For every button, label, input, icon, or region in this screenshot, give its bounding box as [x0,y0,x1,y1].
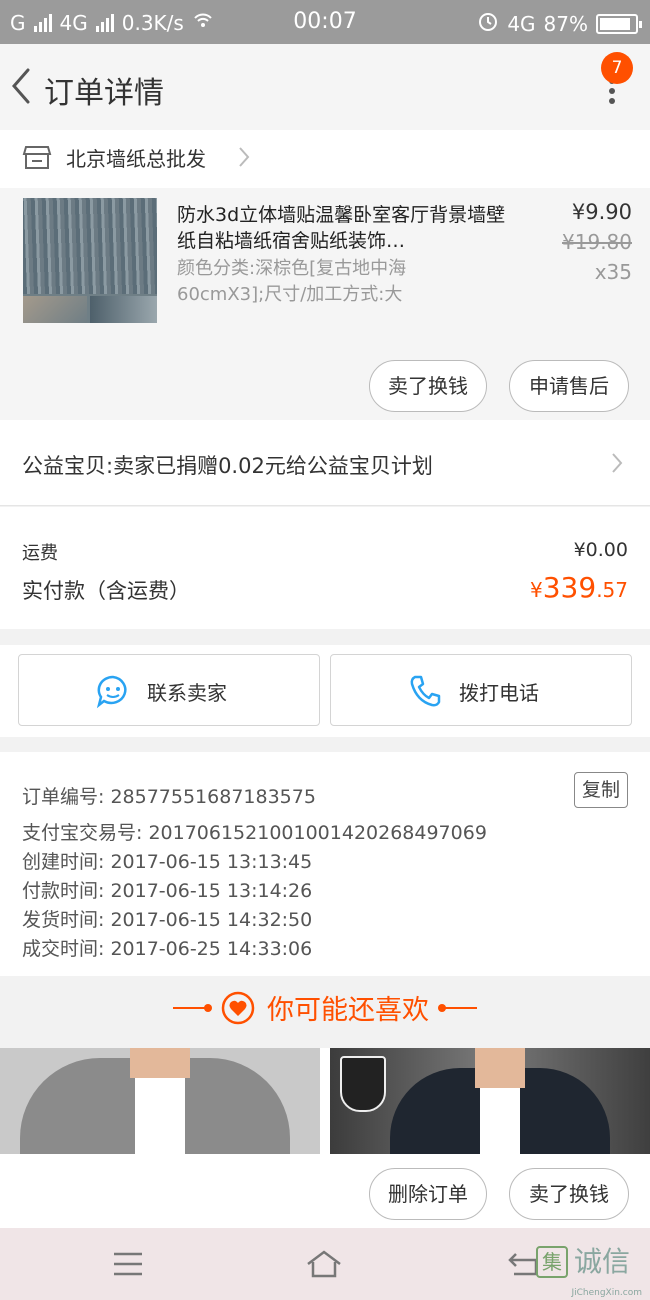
totals-section: 运费 ¥0.00 实付款（含运费） ¥339.57 [0,507,650,629]
paid-label: 实付款（含运费） [22,579,190,603]
delete-order-button[interactable]: 删除订单 [369,1168,487,1220]
network-label-right: 4G [507,11,536,36]
chevron-right-icon [236,142,252,172]
shipping-label: 运费 [22,543,58,564]
watermark-url: JiChengXin.com [571,1288,642,1298]
battery-icon [596,13,642,34]
alarm-icon [477,10,499,37]
bottom-action-bar: 删除订单 卖了换钱 [0,1154,650,1228]
paid-decimal: .57 [596,578,628,602]
watermark: 集 诚信 JiChengXin.com [534,1240,642,1300]
created-time: 创建时间: 2017-06-15 13:13:45 [22,851,313,873]
shop-icon [22,142,52,172]
recommend-grid [0,1048,650,1154]
product-title: 防水3d立体墙贴温馨卧室客厅背景墙壁纸自粘墙纸宿舍贴纸装饰… [177,204,506,252]
aftersale-button[interactable]: 申请售后 [509,360,629,412]
order-info: 订单编号: 28577551687183575 复制 支付宝交易号: 20170… [0,752,650,976]
product-thumbnail[interactable] [23,198,157,323]
alipay-number: 支付宝交易号: 2017061521001001420268497069 [22,822,487,844]
shipping-value: ¥0.00 [573,539,628,561]
product-original-price: ¥19.80 [562,230,632,254]
status-right: 4G 87% [477,10,642,37]
order-number: 订单编号: 28577551687183575 [22,786,316,808]
divider-left [173,1003,212,1012]
product-sku: 颜色分类:深棕色[复古地中海60cmX3];尺寸/加工方式:大 [177,258,407,305]
nav-bar: 订单详情 7 [0,44,650,130]
paid-amount: ¥339.57 [530,571,628,604]
shop-name: 北京墙纸总批发 [66,147,206,171]
contact-seller-button[interactable]: 联系卖家 [18,654,320,726]
paid-currency: ¥ [530,578,543,602]
copy-button[interactable]: 复制 [574,772,628,808]
back-arrow-icon[interactable] [6,64,36,108]
home-icon[interactable] [304,1246,344,1282]
sell-button[interactable]: 卖了换钱 [369,360,487,412]
chevron-right-icon [610,450,624,476]
paid-integer: 339 [542,571,597,604]
product-price: ¥9.90 [571,200,632,224]
battery-percent: 87% [543,11,588,36]
recommend-title: 你可能还喜欢 [267,995,429,1026]
charity-row[interactable]: 公益宝贝:卖家已捐赠0.02元给公益宝贝计划 [0,420,650,506]
watermark-logo: 集 [536,1246,568,1278]
phone-icon [407,673,443,709]
charity-text: 公益宝贝:卖家已捐赠0.02元给公益宝贝计划 [22,454,433,478]
paid-time: 付款时间: 2017-06-15 13:14:26 [22,880,313,902]
product-quantity: x35 [594,260,632,284]
heart-icon [221,991,255,1025]
chat-icon [95,673,131,709]
menu-icon[interactable] [108,1246,148,1282]
recommend-header: 你可能还喜欢 [0,976,650,1048]
call-button[interactable]: 拨打电话 [330,654,632,726]
shipped-time: 发货时间: 2017-06-15 14:32:50 [22,909,313,931]
call-label: 拨打电话 [459,681,539,705]
sell-button-bottom[interactable]: 卖了换钱 [509,1168,629,1220]
page-title: 订单详情 [44,76,164,111]
notification-badge: 7 [601,52,633,84]
recommend-item-image[interactable] [0,1048,320,1154]
shop-row[interactable]: 北京墙纸总批发 [0,130,650,188]
completed-time: 成交时间: 2017-06-25 14:33:06 [22,938,313,960]
recommend-item-image[interactable] [330,1048,650,1154]
battery-fill [600,17,630,30]
contact-section: 联系卖家 拨打电话 [0,645,650,737]
divider-right [438,1003,477,1012]
order-item[interactable]: 防水3d立体墙贴温馨卧室客厅背景墙壁纸自粘墙纸宿舍贴纸装饰… 颜色分类:深棕色[… [0,188,650,420]
watermark-brand: 诚信 [574,1245,631,1278]
contact-seller-label: 联系卖家 [147,681,227,705]
status-bar: G 4G 0.3K/s 00:07 4G 87% [0,0,650,44]
